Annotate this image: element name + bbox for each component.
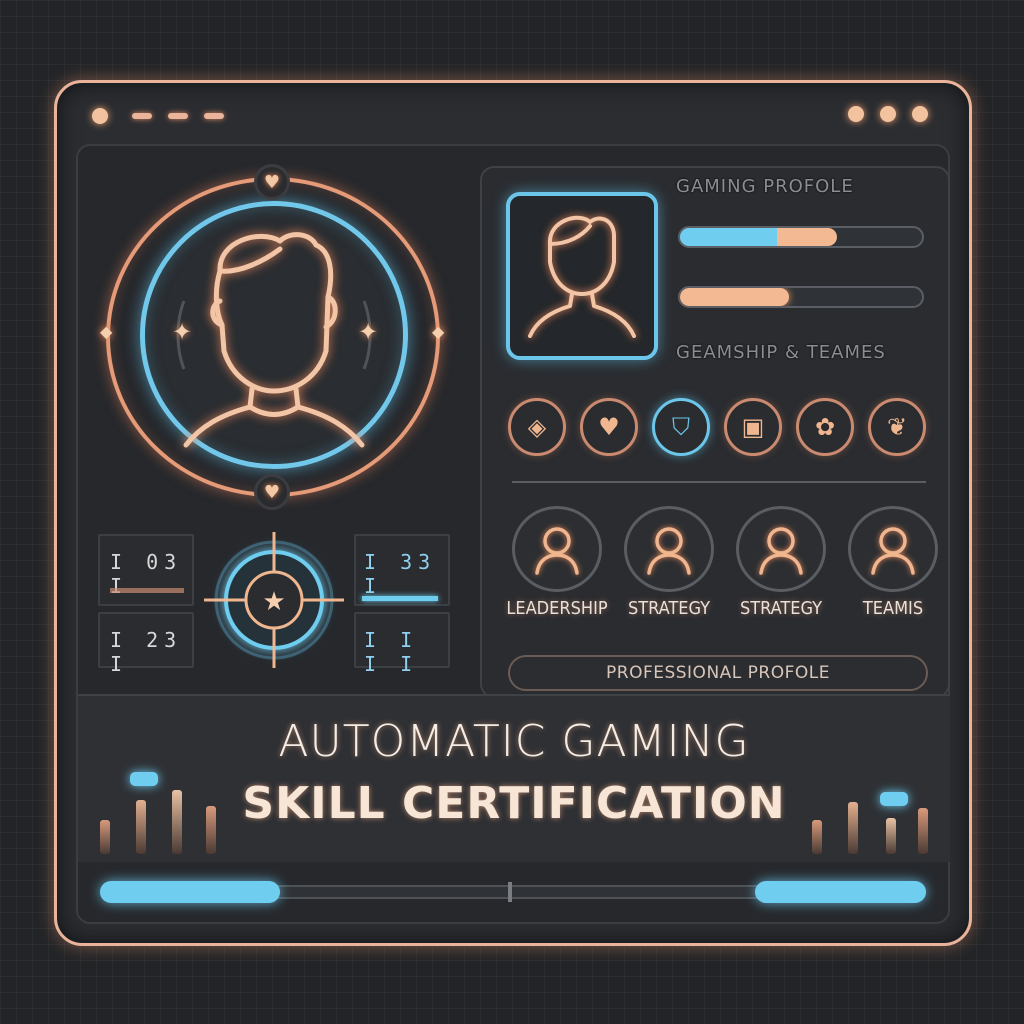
stat-block: I 23 I bbox=[98, 612, 194, 676]
stat-block: I 33 I bbox=[354, 534, 450, 606]
skill-progress-bar[interactable] bbox=[678, 226, 924, 248]
stat-underline bbox=[362, 596, 438, 601]
team-member-label: STRATEGY bbox=[739, 598, 823, 619]
shield-icon[interactable]: ⛉ bbox=[652, 398, 710, 456]
stat-block: I I I I bbox=[354, 612, 450, 676]
window-dash-icon[interactable] bbox=[168, 113, 188, 119]
profile-avatar-icon bbox=[528, 215, 636, 338]
crest-icon[interactable]: ▣ bbox=[724, 398, 782, 456]
heart-gem-top-icon: ♥ bbox=[254, 164, 290, 200]
panel-divider bbox=[512, 481, 926, 483]
leaf-icon[interactable]: ✿ bbox=[796, 398, 854, 456]
sparkle-left-icon: ✦ bbox=[172, 318, 193, 346]
equalizer-cap-icon bbox=[880, 792, 908, 806]
skill-progress-bar[interactable] bbox=[678, 286, 924, 308]
target-crosshair-icon[interactable]: ★ bbox=[204, 532, 344, 668]
compass-icon[interactable]: ◈ bbox=[508, 398, 566, 456]
badge-row: ◈ ♥ ⛉ ▣ ✿ ❦ bbox=[508, 398, 928, 460]
team-member-avatar[interactable] bbox=[736, 506, 826, 592]
svg-text:★: ★ bbox=[262, 587, 285, 617]
equalizer-bar bbox=[100, 820, 110, 854]
progress-divider bbox=[508, 882, 512, 902]
ring-node-left-icon: ◆ bbox=[100, 322, 113, 341]
stat-underline bbox=[110, 588, 184, 593]
person-icon bbox=[535, 527, 579, 575]
stat-value: I 23 I bbox=[110, 628, 183, 676]
equalizer-bar bbox=[812, 820, 822, 854]
person-icon bbox=[871, 527, 915, 575]
skill-progress-fill bbox=[680, 288, 789, 306]
close-button[interactable] bbox=[912, 106, 928, 122]
team-member-avatar[interactable] bbox=[848, 506, 938, 592]
progress-fill-right bbox=[754, 881, 926, 903]
heart-gem-bottom-icon: ♥ bbox=[254, 474, 290, 510]
stat-value: I I I I bbox=[364, 628, 419, 676]
equalizer-bar bbox=[918, 808, 928, 854]
person-icon bbox=[647, 527, 691, 575]
window-dash-icon[interactable] bbox=[132, 113, 152, 119]
team-member-label: LEADERSHIP bbox=[506, 598, 608, 619]
skill-progress-orange bbox=[776, 228, 838, 246]
progress-fill-left bbox=[100, 881, 280, 903]
equalizer-bar bbox=[848, 802, 858, 854]
team-member-label: TEAMIS bbox=[862, 598, 924, 619]
lotus-icon[interactable]: ❦ bbox=[868, 398, 926, 456]
maximize-button[interactable] bbox=[880, 106, 896, 122]
ring-node-right-icon: ◆ bbox=[432, 322, 445, 341]
equalizer-bar bbox=[136, 800, 146, 854]
stat-value: I 33 I bbox=[364, 550, 437, 598]
window-dash-icon[interactable] bbox=[204, 113, 224, 119]
equalizer-cap-icon bbox=[130, 772, 158, 786]
equalizer-bar bbox=[172, 790, 182, 854]
team-member-avatar[interactable] bbox=[512, 506, 602, 592]
window-dot-icon[interactable] bbox=[92, 108, 108, 124]
member-row: LEADERSHIP STRATEGY STRATEGY TEAMIS bbox=[492, 506, 942, 626]
heart-badge-icon[interactable]: ♥ bbox=[580, 398, 638, 456]
sparkle-right-icon: ✦ bbox=[358, 318, 379, 346]
skill-progress-fill bbox=[680, 228, 838, 246]
team-member-avatar[interactable] bbox=[624, 506, 714, 592]
team-member-label: STRATEGY bbox=[627, 598, 711, 619]
profile-heading: GAMING PROFOLE bbox=[676, 176, 854, 197]
person-icon bbox=[759, 527, 803, 575]
skill-progress-orange bbox=[680, 288, 789, 306]
profile-avatar-frame[interactable] bbox=[506, 192, 658, 360]
minimize-button[interactable] bbox=[848, 106, 864, 122]
page-title-line1: AUTOMATIC GAMING bbox=[278, 716, 750, 767]
professional-profile-button[interactable]: PROFESSIONAL PROFOLE bbox=[508, 655, 928, 691]
stat-block: I 03 I bbox=[98, 534, 194, 606]
teams-subheading: GEAMSHIP & TEAMES bbox=[676, 342, 886, 363]
skill-progress-blue bbox=[680, 228, 777, 246]
equalizer-bar bbox=[886, 818, 896, 854]
equalizer-bar bbox=[206, 806, 216, 854]
